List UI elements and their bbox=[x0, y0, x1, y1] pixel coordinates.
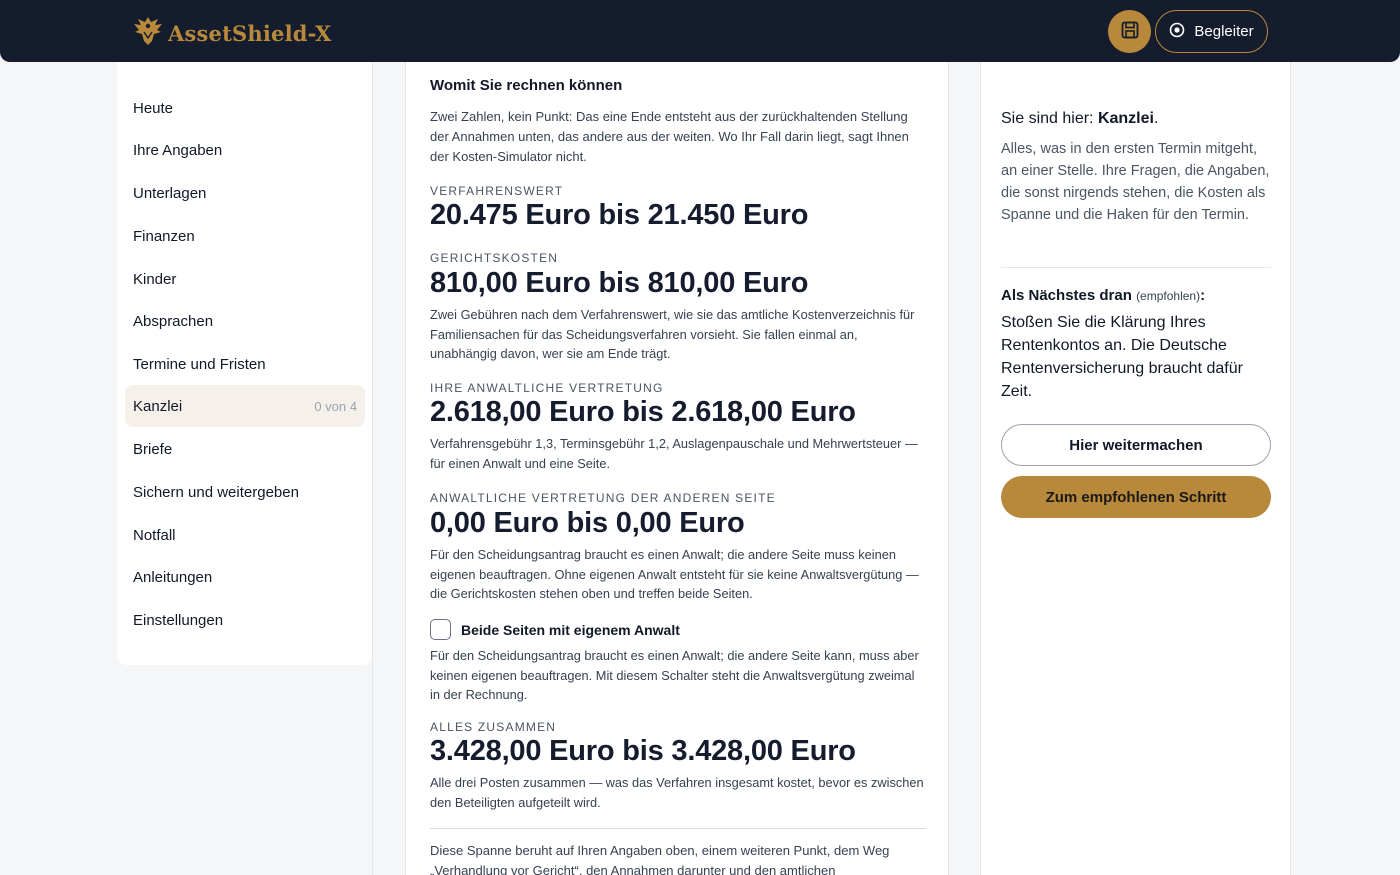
gerichtskosten-caption: Gerichtskosten bbox=[430, 251, 559, 265]
next-step-text: Stoßen Sie die Klärung Ihres Rentenkonto… bbox=[1001, 314, 1243, 400]
anwalt-value: 2.618,00 Euro bis 2.618,00 Euro bbox=[430, 396, 856, 428]
cost-estimate-panel: Womit Sie rechnen können Zwei Zahlen, ke… bbox=[405, 62, 949, 875]
sidebar-item-briefe[interactable]: Briefe bbox=[125, 428, 365, 470]
location-line: Sie sind hier: Kanzlei. bbox=[1001, 110, 1158, 128]
sidebar-item-label: Anleitungen bbox=[133, 568, 213, 586]
sidebar-item-heute[interactable]: Heute bbox=[125, 87, 365, 129]
save-button[interactable] bbox=[1108, 10, 1151, 53]
guidance-panel: Sie sind hier: Kanzlei. Alles, was in de… bbox=[980, 62, 1291, 875]
location-name: Kanzlei bbox=[1097, 110, 1154, 127]
sidebar-item-label: Absprachen bbox=[133, 312, 214, 330]
gegenseite-note: Für den Scheidungsantrag braucht es eine… bbox=[430, 547, 919, 601]
verfahrenswert-caption: Verfahrenswert bbox=[430, 184, 564, 198]
sidebar-item-einstellungen[interactable]: Einstellungen bbox=[125, 599, 365, 641]
sidebar-divider bbox=[372, 62, 373, 875]
sidebar-item-finanzen[interactable]: Finanzen bbox=[125, 215, 365, 257]
companion-button[interactable]: Begleiter bbox=[1155, 10, 1268, 53]
sidebar-item-label: Briefe bbox=[133, 440, 173, 458]
anwalt-note: Verfahrensgebühr 1,3, Terminsgebühr 1,2,… bbox=[430, 436, 918, 471]
both-lawyers-toggle[interactable]: Beide Seiten mit eigenem Anwalt bbox=[430, 619, 680, 640]
sidebar-item-label: Kanzlei bbox=[133, 397, 183, 415]
sidebar-item-label: Einstellungen bbox=[133, 611, 224, 629]
sidebar-item-label: Unterlagen bbox=[133, 184, 207, 202]
brand-name: AssetShield-X bbox=[168, 21, 332, 46]
sidebar-item-unterlagen[interactable]: Unterlagen bbox=[125, 172, 365, 214]
sidebar-item-notfall[interactable]: Notfall bbox=[125, 514, 365, 556]
verfahrenswert-value: 20.475 Euro bis 21.450 Euro bbox=[430, 199, 809, 231]
location-description: Alles, was in den ersten Termin mitgeht,… bbox=[1001, 141, 1270, 223]
total-value: 3.428,00 Euro bis 3.428,00 Euro bbox=[430, 735, 856, 767]
recommended-step-button[interactable]: Zum empfohlenen Schritt bbox=[1001, 476, 1271, 518]
progress-count: 0 von 4 bbox=[314, 398, 357, 414]
sidebar-item-kanzlei[interactable]: Kanzlei 0 von 4 bbox=[125, 385, 365, 427]
next-step-heading: Als Nächstes dran (empfohlen): bbox=[1001, 287, 1205, 304]
brand[interactable]: AssetShield-X bbox=[132, 14, 332, 53]
sidebar-item-label: Termine und Fristen bbox=[133, 355, 266, 373]
continue-here-button[interactable]: Hier weitermachen bbox=[1001, 424, 1271, 466]
gerichtskosten-note: Zwei Gebühren nach dem Verfahrenswert, w… bbox=[430, 307, 915, 361]
sidebar-item-label: Heute bbox=[133, 99, 174, 117]
target-circle-icon bbox=[1169, 22, 1185, 42]
footer-text: Diese Spanne beruht auf Ihren Angaben ob… bbox=[430, 843, 890, 875]
total-note: Alle drei Posten zusammen — was das Verf… bbox=[430, 775, 924, 810]
sidebar-item-kinder[interactable]: Kinder bbox=[125, 258, 365, 300]
section-divider bbox=[430, 828, 926, 829]
panel-divider bbox=[1001, 267, 1271, 268]
sidebar-item-label: Notfall bbox=[133, 526, 176, 544]
sidebar-item-ihre-angaben[interactable]: Ihre Angaben bbox=[125, 129, 365, 171]
sidebar-item-absprachen[interactable]: Absprachen bbox=[125, 300, 365, 342]
sidebar-item-label: Kinder bbox=[133, 270, 177, 288]
eagle-logo-icon bbox=[132, 14, 164, 53]
anwalt-caption: Ihre anwaltliche Vertretung bbox=[430, 381, 664, 395]
both-lawyers-note: Für den Scheidungsantrag braucht es eine… bbox=[430, 648, 919, 702]
sidebar-item-termine-und-fristen[interactable]: Termine und Fristen bbox=[125, 343, 365, 385]
gegenseite-value: 0,00 Euro bis 0,00 Euro bbox=[430, 507, 745, 539]
recommended-hint: (empfohlen) bbox=[1136, 289, 1201, 303]
next-step-title: Als Nächstes dran bbox=[1001, 287, 1132, 304]
gerichtskosten-value: 810,00 Euro bis 810,00 Euro bbox=[430, 267, 809, 299]
floppy-disk-icon bbox=[1120, 20, 1140, 43]
gegenseite-caption: Anwaltliche Vertretung der anderen Seite bbox=[430, 491, 776, 505]
sidebar: Heute Ihre Angaben Unterlagen Finanzen K… bbox=[117, 62, 373, 665]
companion-label: Begleiter bbox=[1194, 23, 1254, 40]
both-lawyers-label: Beide Seiten mit eigenem Anwalt bbox=[461, 621, 680, 638]
next-step-colon: : bbox=[1200, 287, 1206, 304]
both-lawyers-checkbox[interactable] bbox=[430, 619, 451, 640]
sidebar-item-label: Sichern und weitergeben bbox=[133, 483, 299, 501]
section-title: Womit Sie rechnen können bbox=[430, 77, 623, 94]
sidebar-item-label: Ihre Angaben bbox=[133, 141, 223, 159]
total-caption: Alles zusammen bbox=[430, 720, 557, 734]
intro-text: Zwei Zahlen, kein Punkt: Das eine Ende e… bbox=[430, 109, 909, 164]
top-bar: AssetShield-X Begleiter bbox=[0, 0, 1400, 62]
sidebar-item-label: Finanzen bbox=[133, 227, 195, 245]
sidebar-item-sichern-und-weitergeben[interactable]: Sichern und weitergeben bbox=[125, 471, 365, 513]
sidebar-item-anleitungen[interactable]: Anleitungen bbox=[125, 556, 365, 598]
location-suffix: . bbox=[1153, 110, 1159, 127]
location-prefix: Sie sind hier: bbox=[1001, 110, 1098, 127]
